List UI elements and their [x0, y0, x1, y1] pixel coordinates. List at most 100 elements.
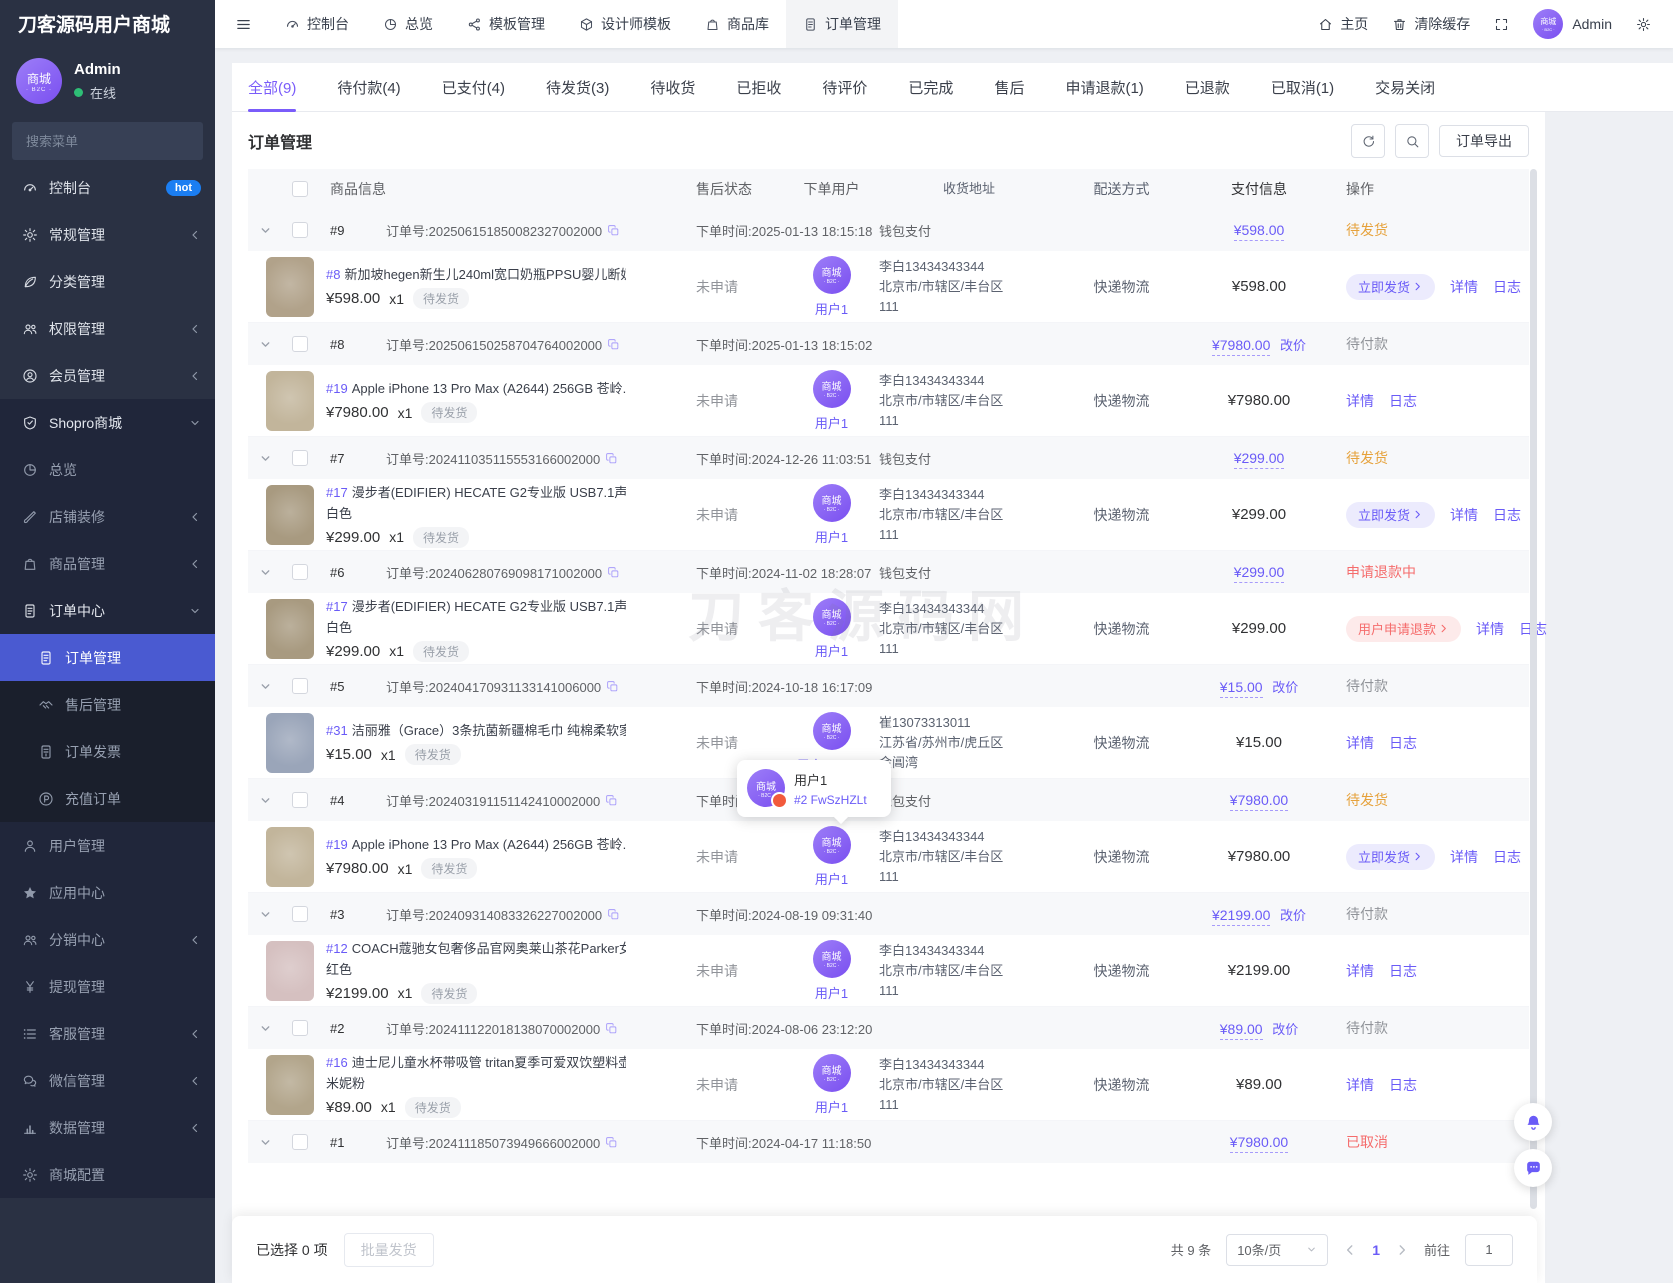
action-link[interactable]: 日志: [1389, 1075, 1417, 1095]
current-page[interactable]: 1: [1372, 1242, 1380, 1258]
sidebar-item[interactable]: 分销中心: [0, 916, 215, 963]
status-tab[interactable]: 待评价: [822, 63, 867, 111]
expand-row-icon[interactable]: [259, 680, 272, 693]
status-tab[interactable]: 已拒收: [736, 63, 781, 111]
buyer-name-link[interactable]: 用户1: [815, 527, 848, 546]
search-button[interactable]: [1395, 124, 1429, 158]
expand-row-icon[interactable]: [259, 1022, 272, 1035]
topbar-nav-item[interactable]: 模板管理: [450, 0, 562, 48]
buyer-name-link[interactable]: 用户1: [815, 413, 848, 432]
prev-page-button[interactable]: [1343, 1243, 1357, 1257]
action-link[interactable]: 日志: [1493, 277, 1521, 297]
buyer-name-link[interactable]: 用户1: [815, 299, 848, 318]
order-amount[interactable]: ¥7980.00: [1212, 337, 1270, 356]
row-checkbox[interactable]: [292, 906, 308, 922]
status-tab[interactable]: 待发货(3): [546, 63, 609, 111]
sidebar-item[interactable]: 售后管理: [0, 681, 215, 728]
change-price-link[interactable]: 改价: [1272, 680, 1298, 695]
action-link[interactable]: 日志: [1389, 961, 1417, 981]
sidebar-item[interactable]: 常规管理: [0, 211, 215, 258]
copy-icon[interactable]: [605, 1022, 618, 1035]
change-price-link[interactable]: 改价: [1280, 338, 1306, 353]
row-checkbox[interactable]: [292, 336, 308, 352]
action-link[interactable]: 详情: [1450, 505, 1478, 525]
topbar-nav-item[interactable]: 控制台: [268, 0, 366, 48]
order-amount[interactable]: ¥89.00: [1220, 1021, 1263, 1040]
change-price-link[interactable]: 改价: [1280, 908, 1306, 923]
row-checkbox[interactable]: [292, 1134, 308, 1150]
primary-action-button[interactable]: 用户申请退款: [1346, 616, 1461, 642]
sidebar-item[interactable]: 客服管理: [0, 1010, 215, 1057]
order-amount[interactable]: ¥299.00: [1234, 450, 1285, 469]
status-tab[interactable]: 售后: [994, 63, 1024, 111]
sidebar-item[interactable]: 控制台 hot: [0, 164, 215, 211]
buyer-name-link[interactable]: 用户1: [815, 983, 848, 1002]
topbar-nav-item[interactable]: 订单管理: [786, 0, 898, 48]
notification-fab[interactable]: [1514, 1103, 1552, 1141]
status-tab[interactable]: 待收货: [650, 63, 695, 111]
action-link[interactable]: 日志: [1389, 733, 1417, 753]
sidebar-item[interactable]: 权限管理: [0, 305, 215, 352]
home-link[interactable]: 主页: [1318, 14, 1368, 34]
copy-icon[interactable]: [605, 1136, 618, 1149]
primary-action-button[interactable]: 立即发货: [1346, 274, 1435, 300]
row-checkbox[interactable]: [292, 222, 308, 238]
sidebar-item[interactable]: 订单中心: [0, 587, 215, 634]
sidebar-item[interactable]: 店铺装修: [0, 493, 215, 540]
status-tab[interactable]: 申请退款(1): [1065, 63, 1143, 111]
row-checkbox[interactable]: [292, 792, 308, 808]
order-amount[interactable]: ¥2199.00: [1212, 907, 1270, 926]
status-tab[interactable]: 待付款(4): [337, 63, 400, 111]
sidebar-item[interactable]: 商城配置: [0, 1151, 215, 1198]
page-size-select[interactable]: 10条/页: [1226, 1234, 1328, 1266]
admin-menu[interactable]: 商城 · B2C · Admin: [1533, 9, 1612, 39]
table-scrollbar[interactable]: [1530, 169, 1537, 1209]
action-link[interactable]: 日志: [1389, 391, 1417, 411]
row-checkbox[interactable]: [292, 450, 308, 466]
action-link[interactable]: 日志: [1493, 505, 1521, 525]
status-tab[interactable]: 已取消(1): [1271, 63, 1334, 111]
action-link[interactable]: 详情: [1346, 1075, 1374, 1095]
action-link[interactable]: 详情: [1450, 847, 1478, 867]
batch-ship-button[interactable]: 批量发货: [344, 1233, 434, 1267]
chat-fab[interactable]: [1514, 1149, 1552, 1187]
sidebar-item[interactable]: 分类管理: [0, 258, 215, 305]
hamburger-icon[interactable]: [215, 16, 268, 33]
sidebar-search[interactable]: [12, 122, 203, 160]
expand-row-icon[interactable]: [259, 224, 272, 237]
sidebar-item[interactable]: 充值订单: [0, 775, 215, 822]
buyer-name-link[interactable]: 用户1: [815, 869, 848, 888]
sidebar-item[interactable]: 商品管理: [0, 540, 215, 587]
action-link[interactable]: 详情: [1346, 733, 1374, 753]
sidebar-item[interactable]: 订单管理: [0, 634, 215, 681]
export-orders-button[interactable]: 订单导出: [1439, 125, 1529, 157]
expand-row-icon[interactable]: [259, 1136, 272, 1149]
sidebar-item[interactable]: 总览: [0, 446, 215, 493]
status-tab[interactable]: 交易关闭: [1375, 63, 1435, 111]
sidebar-item[interactable]: 用户管理: [0, 822, 215, 869]
settings-button[interactable]: [1636, 17, 1651, 32]
next-page-button[interactable]: [1395, 1243, 1409, 1257]
order-amount[interactable]: ¥299.00: [1234, 564, 1285, 583]
sidebar-item[interactable]: 订单发票: [0, 728, 215, 775]
expand-row-icon[interactable]: [259, 908, 272, 921]
topbar-nav-item[interactable]: 总览: [366, 0, 450, 48]
goto-page-input[interactable]: [1465, 1234, 1513, 1266]
action-link[interactable]: 详情: [1476, 619, 1504, 639]
primary-action-button[interactable]: 立即发货: [1346, 844, 1435, 870]
action-link[interactable]: 详情: [1346, 391, 1374, 411]
action-link[interactable]: 日志: [1493, 847, 1521, 867]
sidebar-search-input[interactable]: [24, 133, 204, 150]
select-all-checkbox[interactable]: [292, 181, 308, 197]
order-amount[interactable]: ¥598.00: [1234, 222, 1285, 241]
order-amount[interactable]: ¥7980.00: [1230, 1134, 1288, 1153]
topbar-nav-item[interactable]: 商品库: [688, 0, 786, 48]
change-price-link[interactable]: 改价: [1272, 1022, 1298, 1037]
copy-icon[interactable]: [606, 680, 619, 693]
primary-action-button[interactable]: 立即发货: [1346, 502, 1435, 528]
copy-icon[interactable]: [607, 224, 620, 237]
sidebar-item[interactable]: 会员管理: [0, 352, 215, 399]
status-tab[interactable]: 已支付(4): [442, 63, 505, 111]
row-checkbox[interactable]: [292, 564, 308, 580]
order-amount[interactable]: ¥15.00: [1220, 679, 1263, 698]
